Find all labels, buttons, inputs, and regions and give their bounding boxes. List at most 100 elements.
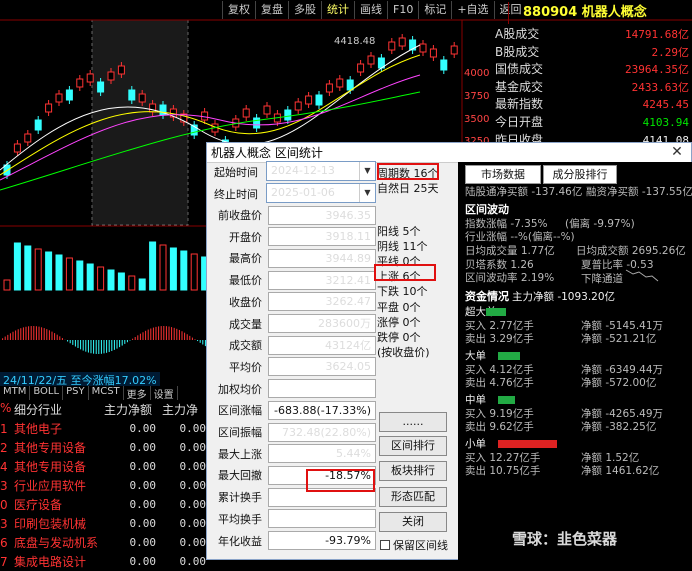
- col-main-net-2[interactable]: 主力净: [162, 401, 208, 417]
- list-item[interactable]: 3 印刷包装机械 0.00 0.00: [0, 514, 208, 533]
- field-value[interactable]: 3212.41: [268, 270, 376, 290]
- buy-volume: 买入 9.19亿手: [465, 408, 534, 420]
- field-value[interactable]: [268, 509, 376, 529]
- field-row: 加权均价: [208, 379, 376, 399]
- index-deviation: (偏离 -9.97%): [565, 218, 635, 230]
- flow-bar: [498, 352, 520, 360]
- chevron-down-icon[interactable]: ▼: [359, 162, 375, 180]
- more-button[interactable]: ......: [379, 412, 447, 432]
- toolbar-item[interactable]: 标记: [418, 1, 451, 19]
- industry-change: 行业涨幅 --%(偏离--%): [465, 231, 575, 243]
- main-net-value: 0.00: [129, 498, 157, 511]
- toolbar-item[interactable]: 多股: [288, 1, 321, 19]
- net-amount-2: 净额 -521.21亿: [581, 333, 657, 345]
- trend-label: 下降通道: [581, 273, 623, 285]
- indicator-tab[interactable]: 设置: [151, 386, 178, 401]
- indicator-tab[interactable]: MTM: [0, 386, 31, 400]
- field-row: 开盘价 3918.11: [208, 227, 376, 247]
- close-button[interactable]: 关闭: [379, 512, 447, 532]
- pattern-match-button[interactable]: 形态匹配: [379, 487, 447, 507]
- field-value[interactable]: 5.44%: [268, 444, 376, 464]
- checkbox[interactable]: [380, 540, 390, 550]
- list-item[interactable]: 7 集成电路设计 0.00 0.00: [0, 552, 208, 571]
- field-value[interactable]: 3944.89: [268, 248, 376, 268]
- indicator-tab[interactable]: PSY: [63, 386, 89, 400]
- field-value[interactable]: [268, 379, 376, 399]
- tab-market-data[interactable]: 市场数据: [465, 165, 541, 184]
- net-amount: 净额 1.52亿: [581, 452, 640, 464]
- stat-item: 阴线 11个: [377, 239, 428, 253]
- sell-volume: 卖出 4.76亿手: [465, 377, 534, 389]
- toolbar-item[interactable]: 统计: [321, 1, 354, 19]
- field-value[interactable]: 3946.35: [268, 205, 376, 225]
- margin-net-buy: 融资净买额 -137.55亿: [586, 186, 692, 198]
- keep-interval-checkbox[interactable]: 保留区间线: [380, 537, 448, 553]
- candle: [294, 101, 302, 111]
- chevron-down-icon[interactable]: ▼: [359, 184, 375, 202]
- field-value[interactable]: -683.88(-17.33%): [268, 400, 376, 420]
- toolbar-item[interactable]: 画线: [354, 1, 387, 19]
- col-industry[interactable]: 细分行业: [10, 401, 104, 417]
- indicator-tab[interactable]: 更多: [124, 386, 151, 401]
- row-rank: 7: [0, 554, 8, 569]
- indicator-tab[interactable]: MCST: [89, 386, 124, 400]
- field-value[interactable]: 283600万: [268, 314, 376, 333]
- volume-bar: [149, 241, 157, 291]
- flow-bar: [498, 396, 515, 404]
- sell-volume: 卖出 3.29亿手: [465, 333, 534, 345]
- field-label: 开盘价: [229, 230, 262, 244]
- quote-label: 国债成交: [495, 62, 544, 77]
- end-date-picker[interactable]: 2025-01-06 ▼: [266, 183, 376, 203]
- field-value[interactable]: 3624.05: [268, 357, 376, 377]
- main-net-amount: 主力净额 -1093.20亿: [512, 291, 616, 303]
- main-net-value-2: 0.00: [179, 536, 207, 549]
- start-date-picker[interactable]: 2024-12-13 ▼: [266, 161, 376, 181]
- candle: [138, 93, 146, 103]
- list-item[interactable]: 2 其他专用设备 0.00 0.00: [0, 438, 208, 457]
- main-net-value: 0.00: [129, 555, 157, 568]
- field-value[interactable]: 3262.47: [268, 292, 376, 312]
- field-label: 区间振幅: [218, 426, 262, 439]
- field-value[interactable]: 43124亿: [268, 335, 376, 355]
- field-row: 最低价 3212.41: [208, 270, 376, 290]
- tab-component-rank[interactable]: 成分股排行: [543, 165, 617, 184]
- stock-title: 880904 机器人概念: [508, 2, 692, 24]
- block-name: 小单: [465, 438, 486, 450]
- field-value[interactable]: 732.48(22.80%): [268, 422, 376, 442]
- quote-row: 基金成交 2433.63亿: [492, 79, 692, 97]
- trend-down-icon: [625, 269, 659, 282]
- row-rank: 3: [0, 516, 8, 531]
- toolbar-item[interactable]: 复盘: [255, 1, 288, 19]
- list-item[interactable]: 3 行业应用软件 0.00 0.00: [0, 476, 208, 495]
- field-label: 最大回撤: [218, 469, 262, 483]
- main-net-value: 0.00: [129, 422, 157, 435]
- field-row: 最高价 3944.89: [208, 248, 376, 268]
- list-item[interactable]: 1 其他电子 0.00 0.00: [0, 419, 208, 438]
- buy-volume: 买入 2.77亿手: [465, 320, 534, 332]
- col-main-net[interactable]: 主力净额: [104, 401, 162, 417]
- sector-rank-button[interactable]: 区间排行: [379, 436, 447, 456]
- board-rank-button[interactable]: 板块排行: [379, 461, 447, 481]
- quote-value: 4103.94: [642, 115, 689, 129]
- list-item[interactable]: 6 底盘与发动机系 0.00 0.00: [0, 533, 208, 552]
- list-item[interactable]: 4 其他专用设备 0.00 0.00: [0, 457, 208, 476]
- toolbar-item[interactable]: +自选: [451, 1, 493, 19]
- toolbar-item[interactable]: F10: [387, 1, 418, 19]
- keep-interval-label: 保留区间线: [393, 539, 448, 552]
- stat-item: 涨停 0个: [377, 315, 421, 329]
- field-value[interactable]: -93.79%: [268, 531, 376, 550]
- field-row: 年化收益 -93.79%: [208, 531, 376, 551]
- candle: [86, 73, 94, 83]
- quote-value: 4245.45: [642, 98, 689, 112]
- volume-bar: [138, 278, 146, 291]
- toolbar-item[interactable]: 复权: [222, 1, 255, 19]
- field-label: 平均价: [229, 360, 262, 374]
- field-label: 成交额: [229, 339, 262, 353]
- field-row: 成交量 283600万: [208, 314, 376, 334]
- list-item[interactable]: 0 医疗设备 0.00 0.00: [0, 495, 208, 514]
- field-value[interactable]: 3918.11: [268, 227, 376, 247]
- indicator-tab[interactable]: BOLL: [30, 386, 64, 400]
- main-net-value: 0.00: [129, 460, 157, 473]
- close-icon[interactable]: ✕: [669, 144, 685, 160]
- quote-value: 14791.68亿: [625, 28, 689, 41]
